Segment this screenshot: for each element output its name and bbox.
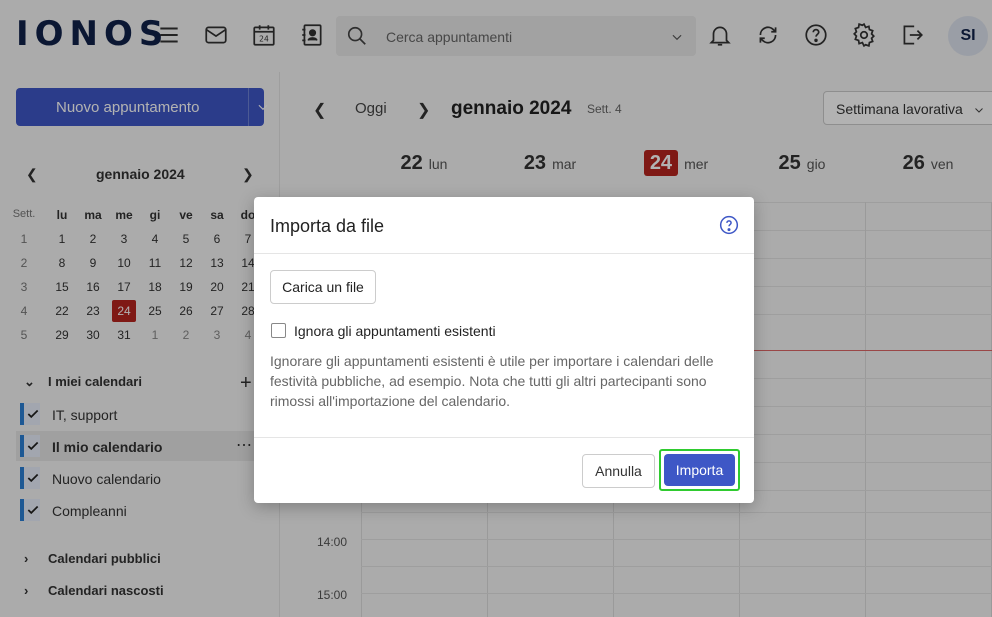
- cancel-button[interactable]: Annulla: [582, 454, 655, 488]
- help-text: Ignorare gli appuntamenti esistenti è ut…: [270, 353, 714, 409]
- import-button-highlight: Importa: [659, 449, 740, 491]
- dialog-title: Importa da file: [270, 216, 385, 236]
- ignore-existing-label[interactable]: Ignora gli appuntamenti esistenti: [294, 323, 496, 339]
- upload-file-button[interactable]: Carica un file: [270, 270, 376, 304]
- import-dialog: Importa da file Carica un file Ignora gl…: [254, 197, 754, 503]
- help-icon[interactable]: [719, 215, 739, 235]
- import-button[interactable]: Importa: [664, 454, 735, 486]
- ignore-existing-checkbox[interactable]: [271, 323, 286, 338]
